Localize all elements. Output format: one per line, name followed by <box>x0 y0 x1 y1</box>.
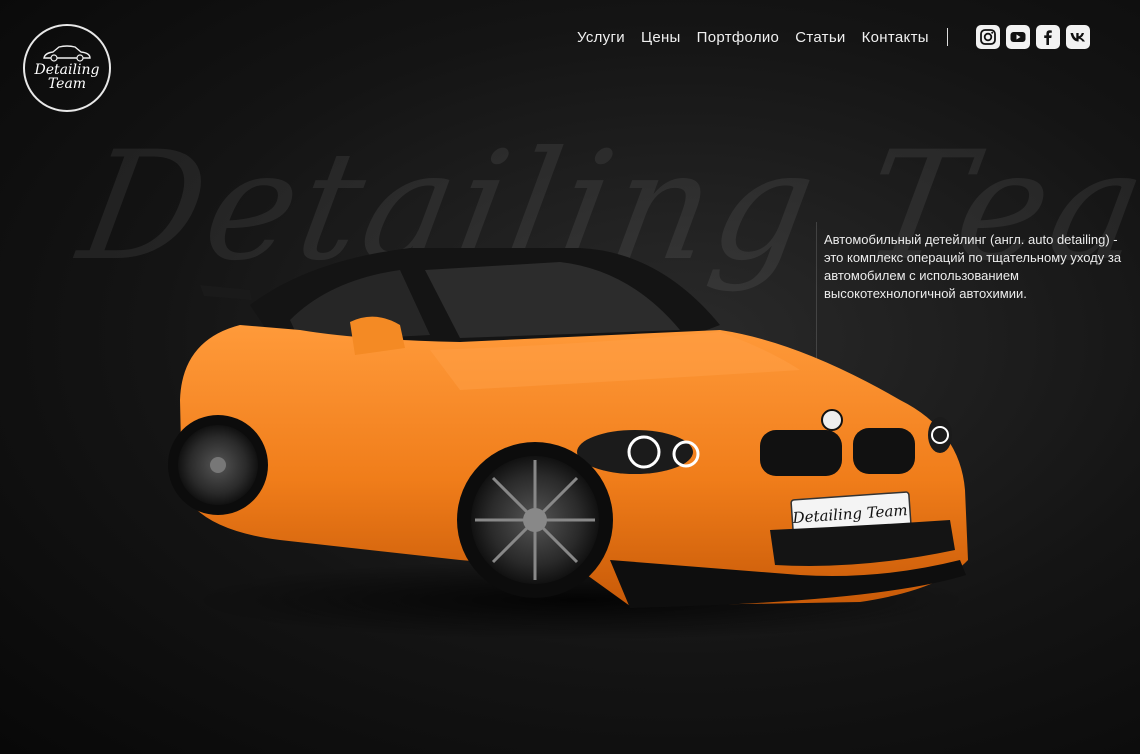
nav-link-services[interactable]: Услуги <box>577 29 625 46</box>
social-links <box>975 25 1090 49</box>
facebook-icon[interactable] <box>1035 25 1060 49</box>
nav-link-prices[interactable]: Цены <box>641 29 681 46</box>
car-logo-icon <box>43 45 91 62</box>
nav-separator <box>946 28 948 46</box>
nav-link-articles[interactable]: Статьи <box>795 29 845 46</box>
logo-text-line2: Team <box>47 76 87 92</box>
instagram-icon[interactable] <box>975 25 1000 49</box>
hero-car-image: Detailing Team <box>160 230 980 650</box>
logo-text-line1: Detailing <box>34 62 100 78</box>
nav-link-portfolio[interactable]: Портфолио <box>697 29 780 46</box>
main-navigation: Услуги Цены Портфолио Статьи Контакты <box>577 25 1090 49</box>
nav-link-contacts[interactable]: Контакты <box>862 29 929 46</box>
vk-icon[interactable] <box>1065 25 1090 49</box>
youtube-icon[interactable] <box>1005 25 1030 49</box>
site-logo[interactable]: Detailing Team <box>23 24 111 112</box>
